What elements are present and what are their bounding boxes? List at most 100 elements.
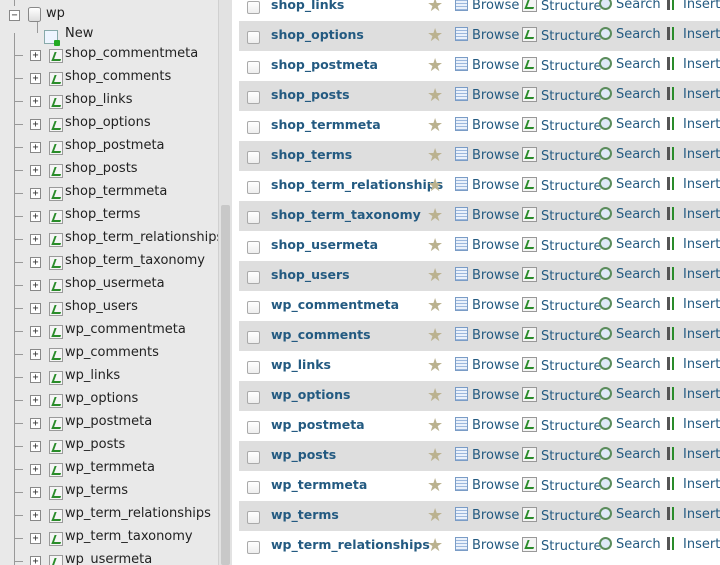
favorite-star-icon[interactable]: ★ bbox=[427, 265, 443, 286]
structure-link[interactable]: Structure bbox=[522, 57, 601, 74]
browse-link[interactable]: Browse bbox=[455, 417, 519, 433]
browse-link[interactable]: Browse bbox=[455, 447, 519, 463]
browse-link[interactable]: Browse bbox=[455, 207, 519, 223]
tree-table-item[interactable]: + shop_termmeta bbox=[0, 182, 218, 204]
tree-table-label[interactable]: shop_users bbox=[65, 299, 138, 314]
database-label[interactable]: wp bbox=[46, 6, 65, 21]
browse-link[interactable]: Browse bbox=[455, 297, 519, 313]
search-link[interactable]: Search bbox=[599, 417, 661, 432]
favorite-star-icon[interactable]: ★ bbox=[427, 115, 443, 136]
expand-icon[interactable]: + bbox=[30, 510, 41, 521]
favorite-star-icon[interactable]: ★ bbox=[427, 0, 443, 16]
table-name-link[interactable]: wp_options bbox=[271, 387, 350, 402]
insert-link[interactable]: Insert bbox=[667, 537, 720, 552]
expand-icon[interactable]: + bbox=[30, 280, 41, 291]
tree-table-item[interactable]: + wp_term_taxonomy bbox=[0, 527, 218, 549]
search-link[interactable]: Search bbox=[599, 507, 661, 522]
expand-icon[interactable]: + bbox=[30, 211, 41, 222]
table-name-link[interactable]: shop_links bbox=[271, 0, 344, 12]
tree-table-item[interactable]: + wp_commentmeta bbox=[0, 320, 218, 342]
tree-table-item[interactable]: + wp_termmeta bbox=[0, 458, 218, 480]
favorite-star-icon[interactable]: ★ bbox=[427, 385, 443, 406]
expand-icon[interactable]: + bbox=[30, 165, 41, 176]
expand-icon[interactable]: + bbox=[30, 533, 41, 544]
favorite-star-icon[interactable]: ★ bbox=[427, 295, 443, 316]
search-link[interactable]: Search bbox=[599, 0, 661, 12]
insert-link[interactable]: Insert bbox=[667, 117, 720, 132]
tree-table-item[interactable]: + shop_commentmeta bbox=[0, 44, 218, 66]
structure-link[interactable]: Structure bbox=[522, 447, 601, 464]
insert-link[interactable]: Insert bbox=[667, 477, 720, 492]
tree-table-item[interactable]: + wp_comments bbox=[0, 343, 218, 365]
expand-icon[interactable]: + bbox=[30, 303, 41, 314]
expand-icon[interactable]: + bbox=[30, 234, 41, 245]
insert-link[interactable]: Insert bbox=[667, 387, 720, 402]
structure-link[interactable]: Structure bbox=[522, 327, 601, 344]
favorite-star-icon[interactable]: ★ bbox=[427, 235, 443, 256]
favorite-star-icon[interactable]: ★ bbox=[427, 25, 443, 46]
browse-link[interactable]: Browse bbox=[455, 267, 519, 283]
expand-icon[interactable]: + bbox=[30, 50, 41, 61]
tree-table-item[interactable]: + wp_term_relationships bbox=[0, 504, 218, 526]
search-link[interactable]: Search bbox=[599, 177, 661, 192]
structure-link[interactable]: Structure bbox=[522, 297, 601, 314]
expand-icon[interactable]: + bbox=[30, 73, 41, 84]
tree-table-item[interactable]: + shop_links bbox=[0, 90, 218, 112]
tree-table-label[interactable]: shop_term_relationships bbox=[65, 230, 223, 245]
table-name-link[interactable]: wp_termmeta bbox=[271, 477, 367, 492]
insert-link[interactable]: Insert bbox=[667, 87, 720, 102]
tree-table-label[interactable]: wp_usermeta bbox=[65, 552, 152, 565]
table-name-link[interactable]: shop_term_taxonomy bbox=[271, 207, 421, 222]
tree-table-item[interactable]: + shop_posts bbox=[0, 159, 218, 181]
structure-link[interactable]: Structure bbox=[522, 207, 601, 224]
tree-table-item[interactable]: + wp_links bbox=[0, 366, 218, 388]
structure-link[interactable]: Structure bbox=[522, 237, 601, 254]
expand-icon[interactable]: + bbox=[30, 119, 41, 130]
expand-icon[interactable]: + bbox=[30, 349, 41, 360]
tree-table-label[interactable]: wp_options bbox=[65, 391, 138, 406]
structure-link[interactable]: Structure bbox=[522, 267, 601, 284]
tree-table-label[interactable]: shop_term_taxonomy bbox=[65, 253, 205, 268]
browse-link[interactable]: Browse bbox=[455, 477, 519, 493]
row-checkbox[interactable] bbox=[247, 181, 260, 194]
new-table-label[interactable]: New bbox=[65, 26, 93, 41]
row-checkbox[interactable] bbox=[247, 451, 260, 464]
nav-scrollbar[interactable] bbox=[218, 0, 232, 565]
row-checkbox[interactable] bbox=[247, 421, 260, 434]
expand-icon[interactable]: + bbox=[30, 395, 41, 406]
nav-scroll-thumb[interactable] bbox=[221, 205, 230, 565]
row-checkbox[interactable] bbox=[247, 1, 260, 14]
favorite-star-icon[interactable]: ★ bbox=[427, 445, 443, 466]
row-checkbox[interactable] bbox=[247, 121, 260, 134]
search-link[interactable]: Search bbox=[599, 117, 661, 132]
tree-table-item[interactable]: + shop_users bbox=[0, 297, 218, 319]
favorite-star-icon[interactable]: ★ bbox=[427, 175, 443, 196]
table-name-link[interactable]: wp_comments bbox=[271, 327, 371, 342]
expand-icon[interactable]: + bbox=[30, 188, 41, 199]
structure-link[interactable]: Structure bbox=[522, 27, 601, 44]
expand-icon[interactable]: + bbox=[30, 556, 41, 565]
row-checkbox[interactable] bbox=[247, 391, 260, 404]
tree-table-label[interactable]: wp_links bbox=[65, 368, 120, 383]
browse-link[interactable]: Browse bbox=[455, 537, 519, 553]
favorite-star-icon[interactable]: ★ bbox=[427, 355, 443, 376]
tree-table-item[interactable]: + shop_term_relationships bbox=[0, 228, 223, 250]
table-name-link[interactable]: wp_posts bbox=[271, 447, 336, 462]
table-name-link[interactable]: wp_term_relationships bbox=[271, 537, 430, 552]
search-link[interactable]: Search bbox=[599, 387, 661, 402]
expand-icon[interactable]: + bbox=[30, 441, 41, 452]
expand-icon[interactable]: + bbox=[30, 418, 41, 429]
insert-link[interactable]: Insert bbox=[667, 237, 720, 252]
insert-link[interactable]: Insert bbox=[667, 507, 720, 522]
search-link[interactable]: Search bbox=[599, 357, 661, 372]
expand-icon[interactable]: + bbox=[30, 464, 41, 475]
browse-link[interactable]: Browse bbox=[455, 357, 519, 373]
insert-link[interactable]: Insert bbox=[667, 57, 720, 72]
row-checkbox[interactable] bbox=[247, 361, 260, 374]
favorite-star-icon[interactable]: ★ bbox=[427, 55, 443, 76]
table-name-link[interactable]: shop_users bbox=[271, 267, 350, 282]
insert-link[interactable]: Insert bbox=[667, 27, 720, 42]
search-link[interactable]: Search bbox=[599, 447, 661, 462]
search-link[interactable]: Search bbox=[599, 537, 661, 552]
tree-table-item[interactable]: + wp_usermeta bbox=[0, 550, 218, 565]
